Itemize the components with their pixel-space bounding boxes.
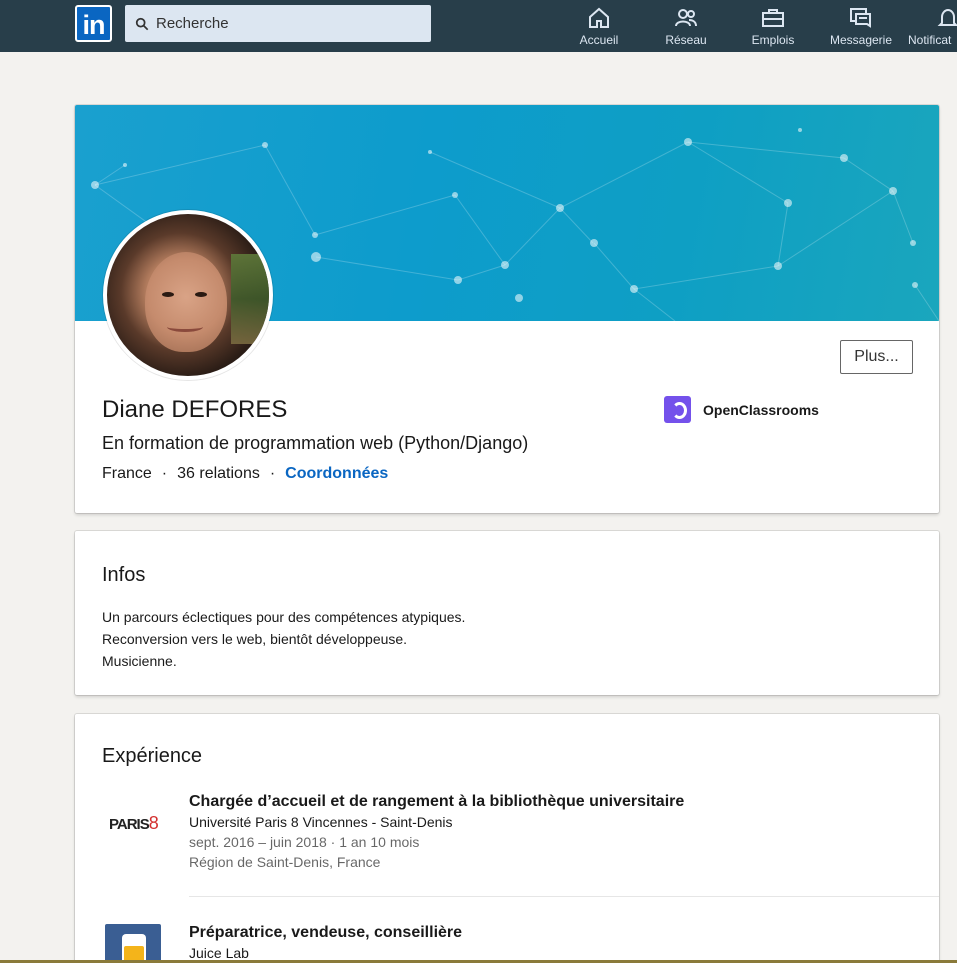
about-line: Reconversion vers le web, bientôt dévelo…	[102, 631, 408, 647]
search-input[interactable]	[156, 15, 416, 32]
contact-info-link[interactable]: Coordonnées	[285, 465, 388, 483]
nav-item-label: Accueil	[579, 33, 619, 47]
search-bar[interactable]	[125, 5, 431, 42]
profile-meta: France · 36 relations · Coordonnées	[102, 465, 388, 483]
experience-card: Expérience PARIS8 Chargée d’accueil et d…	[75, 714, 939, 963]
avatar-background	[231, 254, 269, 344]
nav-item-jobs[interactable]: Emplois	[734, 6, 812, 47]
home-icon	[589, 7, 609, 28]
avatar-face	[145, 252, 227, 352]
avatar-smile	[167, 322, 203, 332]
linkedin-logo-icon[interactable]: in	[75, 5, 112, 42]
profile-avatar[interactable]	[103, 210, 273, 380]
profile-location: France	[102, 465, 152, 482]
nav-item-label: Emplois	[751, 33, 795, 47]
experience-company: Université Paris 8 Vincennes - Saint-Den…	[189, 814, 453, 830]
about-line: Musicienne.	[102, 653, 177, 669]
briefcase-icon	[762, 9, 784, 27]
avatar-eye	[162, 292, 174, 297]
school-name: OpenClassrooms	[703, 401, 819, 418]
separator-dot: ·	[161, 465, 168, 482]
nav-item-notifications[interactable]: Notificat	[908, 6, 957, 47]
profile-name: Diane DEFORES	[102, 396, 288, 423]
nav-item-label: Notificat	[908, 33, 952, 47]
experience-details: Chargée d’accueil et de rangement à la b…	[189, 793, 684, 870]
nav-item-home[interactable]: Accueil	[560, 6, 638, 47]
avatar-eye	[195, 292, 207, 297]
experience-job-title[interactable]: Préparatrice, vendeuse, conseillière	[189, 924, 462, 942]
nav-item-label: Réseau	[665, 33, 707, 47]
experience-location: Région de Saint-Denis, France	[189, 854, 381, 870]
more-button[interactable]: Plus...	[840, 340, 913, 374]
profile-connections[interactable]: 36 relations	[177, 465, 260, 483]
nav-item-messaging[interactable]: Messagerie	[822, 6, 900, 47]
experience-title: Expérience	[102, 745, 203, 767]
experience-details: Préparatrice, vendeuse, conseillière Jui…	[189, 924, 462, 963]
school-link[interactable]: OpenClassrooms	[664, 396, 819, 423]
about-card: Infos Un parcours éclectiques pour des c…	[75, 531, 939, 695]
messaging-icon	[850, 8, 871, 28]
openclassrooms-logo-icon	[664, 396, 691, 423]
about-text: Un parcours éclectiques pour des compéte…	[102, 606, 465, 672]
nav-item-network[interactable]: Réseau	[647, 6, 725, 47]
bell-icon	[937, 8, 957, 26]
profile-headline: En formation de programmation web (Pytho…	[102, 433, 529, 453]
search-icon	[135, 17, 149, 30]
experience-divider	[189, 896, 939, 897]
separator-dot: ·	[269, 465, 276, 482]
network-icon	[675, 9, 697, 27]
paris8-logo-text: PARIS	[109, 816, 150, 833]
paris8-logo-icon[interactable]: PARIS8	[109, 813, 165, 869]
profile-card: Plus... OpenClassrooms Diane DEFORES En …	[75, 105, 939, 513]
experience-company: Juice Lab	[189, 945, 249, 961]
experience-dates: sept. 2016 – juin 2018 · 1 an 10 mois	[189, 834, 420, 850]
about-title: Infos	[102, 564, 146, 586]
top-nav: in Accueil Réseau Emplois Messagerie Not…	[0, 0, 957, 52]
nav-item-label: Messagerie	[829, 33, 893, 47]
about-line: Un parcours éclectiques pour des compéte…	[102, 609, 466, 625]
juice-lab-logo-icon[interactable]	[105, 924, 161, 963]
paris8-logo-number: 8	[148, 813, 159, 833]
experience-job-title[interactable]: Chargée d’accueil et de rangement à la b…	[189, 793, 684, 811]
